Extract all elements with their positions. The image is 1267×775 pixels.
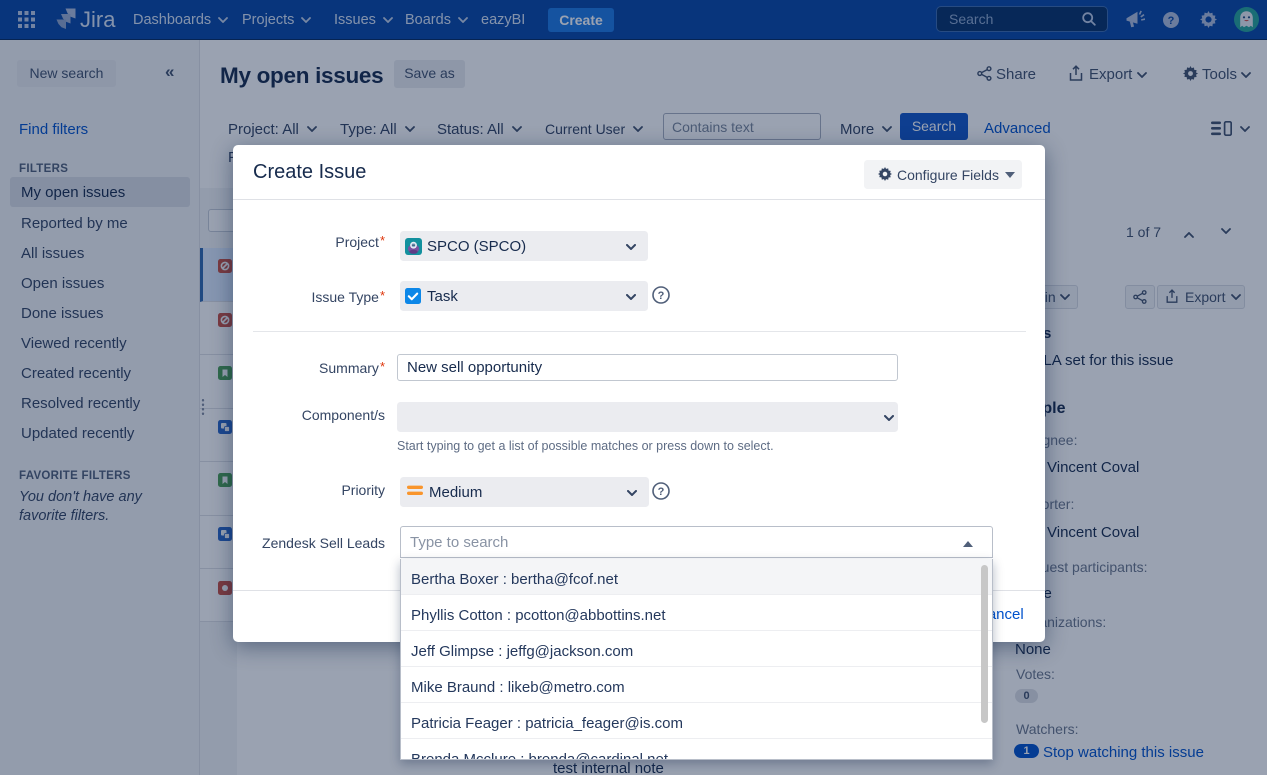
svg-text:?: ? (658, 290, 665, 302)
svg-text:?: ? (658, 486, 665, 498)
